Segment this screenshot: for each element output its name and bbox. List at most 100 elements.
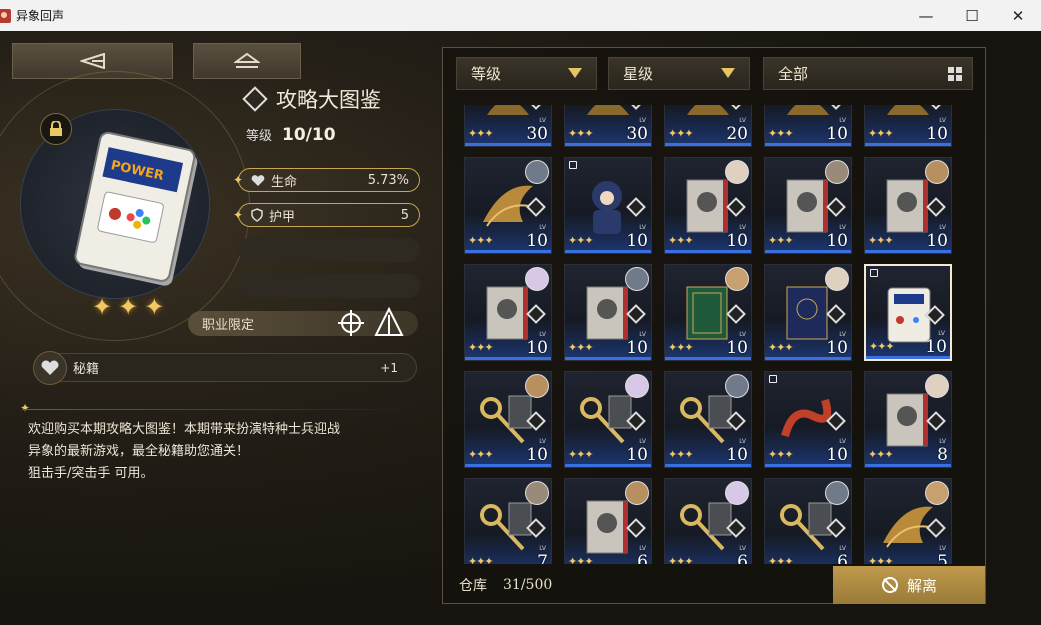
- level-filter-dropdown[interactable]: 等级: [456, 57, 597, 90]
- level-row: 等级 10/10: [246, 125, 336, 145]
- category-filter-label: 全部: [778, 65, 809, 83]
- level-prefix: LV: [939, 224, 946, 231]
- inventory-item-card[interactable]: ✦✦✦ LV 6: [664, 478, 752, 564]
- inventory-item-card[interactable]: ✦✦✦ LV 10: [564, 264, 652, 361]
- stat-slot-empty: [238, 238, 420, 262]
- inventory-item-card[interactable]: ✦✦✦ LV 10: [464, 371, 552, 468]
- heart-icon: [251, 174, 265, 186]
- item-type-icon: [242, 86, 268, 112]
- inventory-item-card[interactable]: ✦✦✦ LV 10: [664, 264, 752, 361]
- job-limit-label: 职业限定: [202, 318, 255, 333]
- inventory-item-card[interactable]: ✦✦✦ LV 10: [764, 105, 852, 147]
- level-prefix: LV: [739, 224, 746, 231]
- inventory-item-card[interactable]: ✦✦✦ LV 8: [864, 371, 952, 468]
- level-prefix: LV: [739, 545, 746, 552]
- item-level: 10: [626, 231, 648, 251]
- card-rarity-bar: [465, 357, 551, 360]
- character-avatar: [925, 374, 949, 398]
- card-rarity-bar: [765, 357, 851, 360]
- level-prefix: LV: [639, 438, 646, 445]
- character-avatar: [825, 160, 849, 184]
- description-line: 异象的最新游戏，最全秘籍助您通关！: [28, 444, 250, 459]
- inventory-item-card[interactable]: ✦✦✦ LV 6: [564, 478, 652, 564]
- card-rarity-bar: [865, 250, 951, 253]
- minimize-button[interactable]: —: [903, 0, 949, 31]
- item-stars: ✦✦✦: [92, 293, 171, 321]
- level-value: 10/10: [282, 125, 336, 145]
- storage-bar: 仓库 31/500: [443, 566, 835, 604]
- home-button[interactable]: [193, 43, 301, 79]
- category-filter-button[interactable]: 全部: [763, 57, 973, 90]
- assault-class-icon[interactable]: [374, 307, 404, 339]
- inventory-item-card[interactable]: ✦✦✦ LV 10: [864, 105, 952, 147]
- inventory-item-card[interactable]: ✦✦✦ LV 5: [864, 478, 952, 564]
- inventory-item-card[interactable]: ✦✦✦ LV 10: [664, 157, 752, 254]
- character-avatar: [725, 481, 749, 505]
- character-avatar: [925, 160, 949, 184]
- app-icon: [0, 8, 11, 23]
- item-name: 攻略大图鉴: [276, 88, 381, 112]
- item-stars: ✦✦✦: [568, 127, 594, 140]
- shield-icon: [251, 208, 263, 222]
- item-stars: ✦✦✦: [869, 340, 895, 353]
- item-level: 10: [925, 337, 947, 357]
- card-rarity-bar: [865, 143, 951, 146]
- inventory-item-card[interactable]: ✦✦✦ LV 30: [464, 105, 552, 147]
- item-stars: ✦✦✦: [468, 234, 494, 247]
- item-stars: ✦✦✦: [568, 555, 594, 564]
- item-level: 10: [626, 338, 648, 358]
- card-rarity-bar: [665, 357, 751, 360]
- inventory-item-card[interactable]: ✦✦✦ LV 30: [564, 105, 652, 147]
- item-level: 10: [926, 124, 948, 144]
- character-avatar: [525, 267, 549, 291]
- inventory-item-card[interactable]: ✦✦✦ LV 10: [764, 371, 852, 468]
- inventory-item-card[interactable]: ✦✦✦ LV 10: [564, 371, 652, 468]
- card-rarity-bar: [565, 357, 651, 360]
- item-level: 10: [826, 231, 848, 251]
- card-rarity-bar: [565, 250, 651, 253]
- character-avatar: [625, 374, 649, 398]
- close-button[interactable]: ✕: [995, 0, 1041, 31]
- dismantle-button[interactable]: 解离: [833, 566, 985, 604]
- sniper-class-icon[interactable]: [336, 308, 366, 338]
- inventory-item-card[interactable]: ✦✦✦ LV 10: [464, 264, 552, 361]
- level-prefix: LV: [939, 545, 946, 552]
- inventory-item-card[interactable]: ✦✦✦ LV 10: [564, 157, 652, 254]
- item-stars: ✦✦✦: [468, 341, 494, 354]
- card-rarity-bar: [665, 464, 751, 467]
- inventory-item-card[interactable]: ✦✦✦ LV 10: [764, 157, 852, 254]
- inventory-item-card[interactable]: ✦✦✦ LV 10: [464, 157, 552, 254]
- rarity-filter-dropdown[interactable]: 星级: [608, 57, 750, 90]
- inventory-item-card[interactable]: ✦✦✦ LV 10: [664, 371, 752, 468]
- maximize-button[interactable]: ☐: [949, 0, 995, 31]
- dismantle-icon: [881, 577, 898, 593]
- character-avatar: [725, 160, 749, 184]
- description-divider: [22, 409, 417, 410]
- card-rarity-bar: [465, 143, 551, 146]
- inventory-item-card[interactable]: ✦✦✦ LV 10: [864, 264, 952, 361]
- game-screen: POWER ✦✦✦ 攻略大图鉴 等级 10/10 ✦ 生命 5.73% ✦ 护甲…: [0, 31, 1041, 625]
- item-stars: ✦✦✦: [668, 448, 694, 461]
- stat-armor-name: 护甲: [269, 209, 296, 225]
- level-prefix: LV: [539, 331, 546, 338]
- home-eject-icon: [234, 52, 260, 68]
- sparkle-icon: ✦: [20, 401, 31, 415]
- item-stars: ✦✦✦: [768, 448, 794, 461]
- inventory-item-card[interactable]: ✦✦✦ LV 10: [764, 264, 852, 361]
- card-rarity-bar: [665, 250, 751, 253]
- level-prefix: LV: [939, 438, 946, 445]
- level-prefix: LV: [839, 224, 846, 231]
- inventory-item-card[interactable]: ✦✦✦ LV 10: [864, 157, 952, 254]
- card-rarity-bar: [765, 143, 851, 146]
- storage-label: 仓库: [459, 578, 487, 594]
- window-title: 异象回声: [16, 9, 65, 23]
- inventory-item-card[interactable]: ✦✦✦ LV 6: [764, 478, 852, 564]
- inventory-item-card[interactable]: ✦✦✦ LV 7: [464, 478, 552, 564]
- inventory-item-card[interactable]: ✦✦✦ LV 20: [664, 105, 752, 147]
- dropdown-arrow-icon: [721, 68, 735, 78]
- item-stars: ✦✦✦: [468, 555, 494, 564]
- item-stars: ✦✦✦: [568, 448, 594, 461]
- secret-row[interactable]: 秘籍 +1: [33, 350, 417, 385]
- level-prefix: LV: [539, 438, 546, 445]
- item-level: 8: [937, 445, 948, 465]
